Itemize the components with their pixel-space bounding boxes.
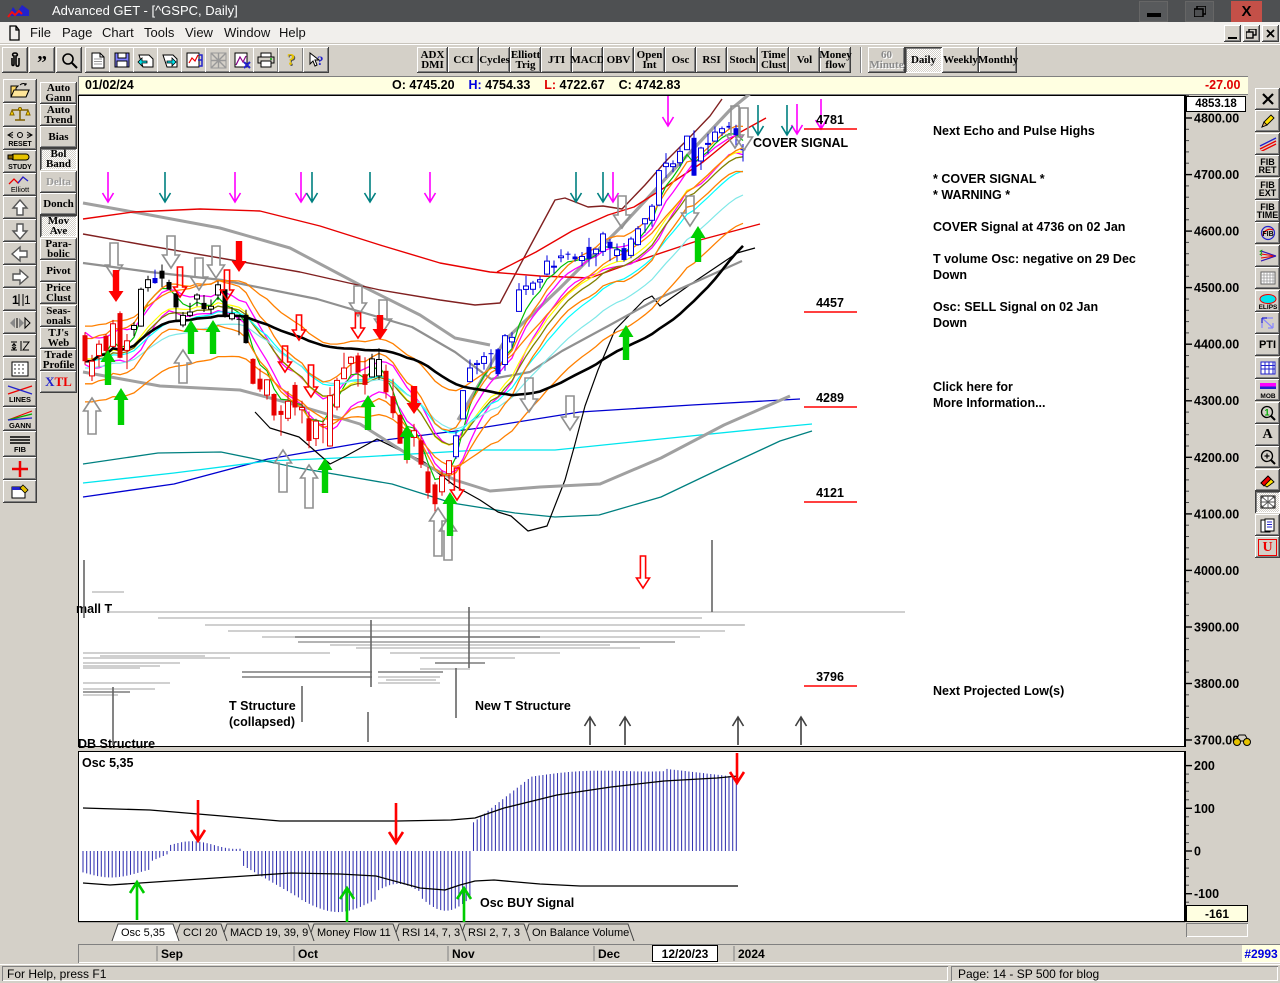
svg-text:Sep: Sep xyxy=(161,947,183,961)
svg-text:LINES: LINES xyxy=(9,395,31,403)
svg-text:4781: 4781 xyxy=(816,113,844,127)
svg-text:RESET: RESET xyxy=(8,141,32,147)
svg-text:Nov: Nov xyxy=(452,947,475,961)
svg-text:Money Flow 11: Money Flow 11 xyxy=(317,927,391,939)
svg-text:Elliott: Elliott xyxy=(11,185,30,193)
svg-text:4400.00: 4400.00 xyxy=(1194,338,1239,352)
svg-text:4800.00: 4800.00 xyxy=(1194,112,1239,126)
svg-text:RSI 2, 7, 3: RSI 2, 7, 3 xyxy=(468,927,520,939)
svg-text:FIB: FIB xyxy=(1262,231,1273,238)
svg-text:0: 0 xyxy=(1194,845,1201,859)
svg-text:Osc 5,35: Osc 5,35 xyxy=(121,927,165,939)
svg-text:FIB: FIB xyxy=(14,445,27,454)
svg-text:GANN: GANN xyxy=(9,421,31,429)
svg-text:4600.00: 4600.00 xyxy=(1194,225,1239,239)
svg-text:On Balance Volume: On Balance Volume xyxy=(532,927,629,939)
svg-text:4300.00: 4300.00 xyxy=(1194,394,1239,408)
svg-text:4500.00: 4500.00 xyxy=(1194,281,1239,295)
svg-text:1: 1 xyxy=(12,293,19,307)
svg-text:Dec: Dec xyxy=(598,947,620,961)
svg-text:4200.00: 4200.00 xyxy=(1194,451,1239,465)
svg-text:?: ? xyxy=(317,53,324,68)
svg-text:4457: 4457 xyxy=(816,296,844,310)
svg-text:1: 1 xyxy=(24,293,30,307)
svg-text:CCI 20: CCI 20 xyxy=(183,927,217,939)
svg-text:RSI 14, 7, 3: RSI 14, 7, 3 xyxy=(402,927,460,939)
svg-text:1: 1 xyxy=(1264,408,1269,418)
svg-text:-100: -100 xyxy=(1194,887,1219,901)
svg-text:Oct: Oct xyxy=(298,947,318,961)
svg-text:4100.00: 4100.00 xyxy=(1194,507,1239,521)
svg-text:4121: 4121 xyxy=(816,486,844,500)
svg-text:4000.00: 4000.00 xyxy=(1194,564,1239,578)
svg-text:200: 200 xyxy=(1194,759,1215,773)
svg-text:MOB: MOB xyxy=(1260,393,1275,399)
svg-text:3900.00: 3900.00 xyxy=(1194,621,1239,635)
svg-text:4700.00: 4700.00 xyxy=(1194,168,1239,182)
svg-text:100: 100 xyxy=(1194,802,1215,816)
svg-text:4289: 4289 xyxy=(816,391,844,405)
svg-text:ELIPS: ELIPS xyxy=(1258,304,1277,310)
svg-text:STUDY: STUDY xyxy=(8,164,32,170)
svg-text:MACD 19, 39, 9: MACD 19, 39, 9 xyxy=(230,927,308,939)
svg-text:3800.00: 3800.00 xyxy=(1194,677,1239,691)
svg-text:2024: 2024 xyxy=(738,947,765,961)
svg-text:3796: 3796 xyxy=(816,670,844,684)
